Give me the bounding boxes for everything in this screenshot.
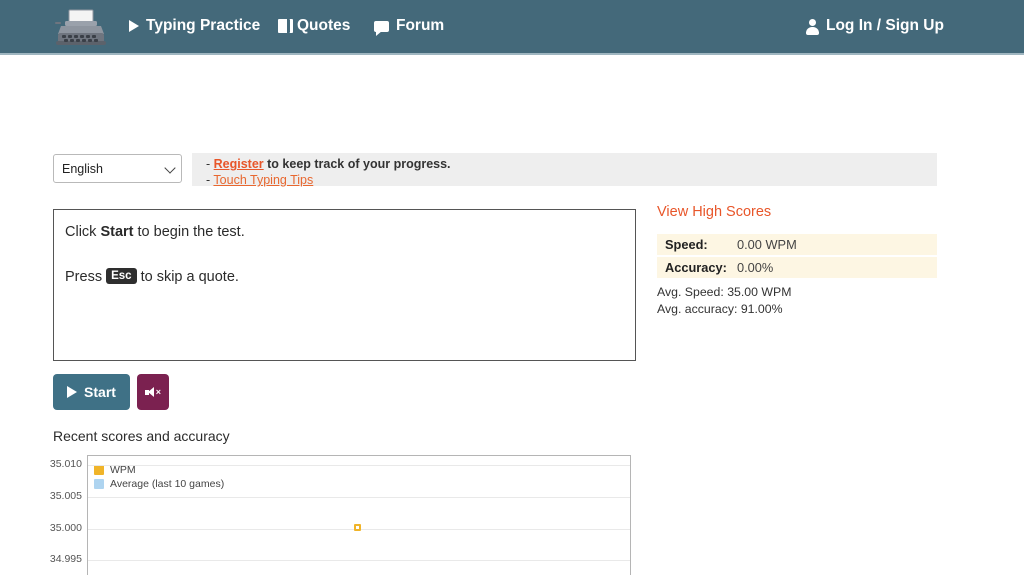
- register-promo-text: to keep track of your progress.: [264, 157, 451, 171]
- chart-legend-item[interactable]: Average (last 10 games): [94, 477, 224, 490]
- view-high-scores-link[interactable]: View High Scores: [657, 204, 771, 220]
- register-dash: -: [206, 157, 214, 171]
- nav-typing-practice[interactable]: Typing Practice: [129, 17, 260, 35]
- chart-y-tick-label: 34.995: [4, 553, 82, 565]
- sound-toggle-button[interactable]: ×: [137, 374, 169, 410]
- accuracy-value: 0.00%: [737, 260, 773, 275]
- score-row-accuracy: Accuracy: 0.00%: [657, 257, 937, 279]
- nav-forum-label: Forum: [396, 17, 444, 35]
- language-select[interactable]: English: [53, 154, 182, 183]
- legend-swatch-icon: [94, 465, 104, 475]
- chart-gridline: [88, 560, 631, 561]
- accuracy-label: Accuracy:: [665, 260, 727, 275]
- chart-legend-label: Average (last 10 games): [110, 478, 224, 490]
- nav-quotes[interactable]: Quotes: [278, 17, 350, 35]
- instruction-begin-text: to begin the test.: [134, 224, 245, 240]
- chart-y-tick-label: 35.005: [4, 490, 82, 502]
- start-button-label: Start: [84, 384, 116, 400]
- speed-value: 0.00 WPM: [737, 237, 797, 252]
- chart-y-tick-label: 35.000: [4, 522, 82, 534]
- esc-key-badge: Esc: [106, 268, 136, 284]
- chart-y-tick-label: 35.010: [4, 458, 82, 470]
- nav-forum[interactable]: Forum: [374, 17, 444, 35]
- legend-swatch-icon: [94, 479, 104, 489]
- register-promo-bar: - Register to keep track of your progres…: [192, 153, 937, 186]
- instruction-start-word: Start: [100, 224, 133, 240]
- typewriter-icon[interactable]: [50, 6, 112, 50]
- nav-typing-practice-label: Typing Practice: [146, 17, 260, 35]
- mute-x-mark: ×: [156, 388, 161, 397]
- login-signup-link[interactable]: Log In / Sign Up: [806, 17, 944, 35]
- play-icon: [129, 20, 139, 32]
- chart-legend: WPMAverage (last 10 games): [94, 463, 224, 491]
- instruction-click-text: Click: [65, 224, 100, 240]
- instruction-press-text: Press: [65, 269, 106, 285]
- speed-label: Speed:: [665, 237, 708, 252]
- site-header: Typing Practice Quotes Forum Log In / Si…: [0, 0, 1024, 55]
- book-icon: [278, 19, 290, 33]
- typing-test-box[interactable]: Click Start to begin the test. Press Esc…: [53, 209, 636, 361]
- register-link[interactable]: Register: [214, 157, 264, 171]
- recent-scores-heading: Recent scores and accuracy: [53, 428, 230, 444]
- comment-icon: [374, 21, 389, 32]
- chart-data-point[interactable]: [354, 524, 361, 531]
- speaker-mute-icon: ×: [145, 387, 161, 398]
- user-icon: [806, 19, 819, 34]
- chart-gridline: [88, 497, 631, 498]
- register-promo-line: - Register to keep track of your progres…: [206, 157, 451, 171]
- instruction-esc-line: Press Esc to skip a quote.: [65, 268, 239, 285]
- instruction-start-line: Click Start to begin the test.: [65, 224, 245, 240]
- typewriter-svg: [53, 8, 109, 48]
- recent-scores-chart: WPMAverage (last 10 games): [87, 455, 631, 575]
- nav-quotes-label: Quotes: [297, 17, 350, 35]
- chart-y-axis: 35.01035.00535.00034.995: [0, 455, 82, 554]
- score-row-speed: Speed: 0.00 WPM: [657, 234, 937, 256]
- play-icon: [67, 386, 77, 398]
- average-speed-text: Avg. Speed: 35.00 WPM: [657, 285, 791, 299]
- touch-typing-tips-line: - Touch Typing Tips: [206, 173, 313, 187]
- instruction-skip-text: to skip a quote.: [137, 269, 239, 285]
- chart-gridline: [88, 465, 631, 466]
- start-button[interactable]: Start: [53, 374, 130, 410]
- average-accuracy-text: Avg. accuracy: 91.00%: [657, 302, 783, 316]
- login-signup-label: Log In / Sign Up: [826, 17, 944, 35]
- touch-typing-tips-link[interactable]: Touch Typing Tips: [213, 173, 313, 187]
